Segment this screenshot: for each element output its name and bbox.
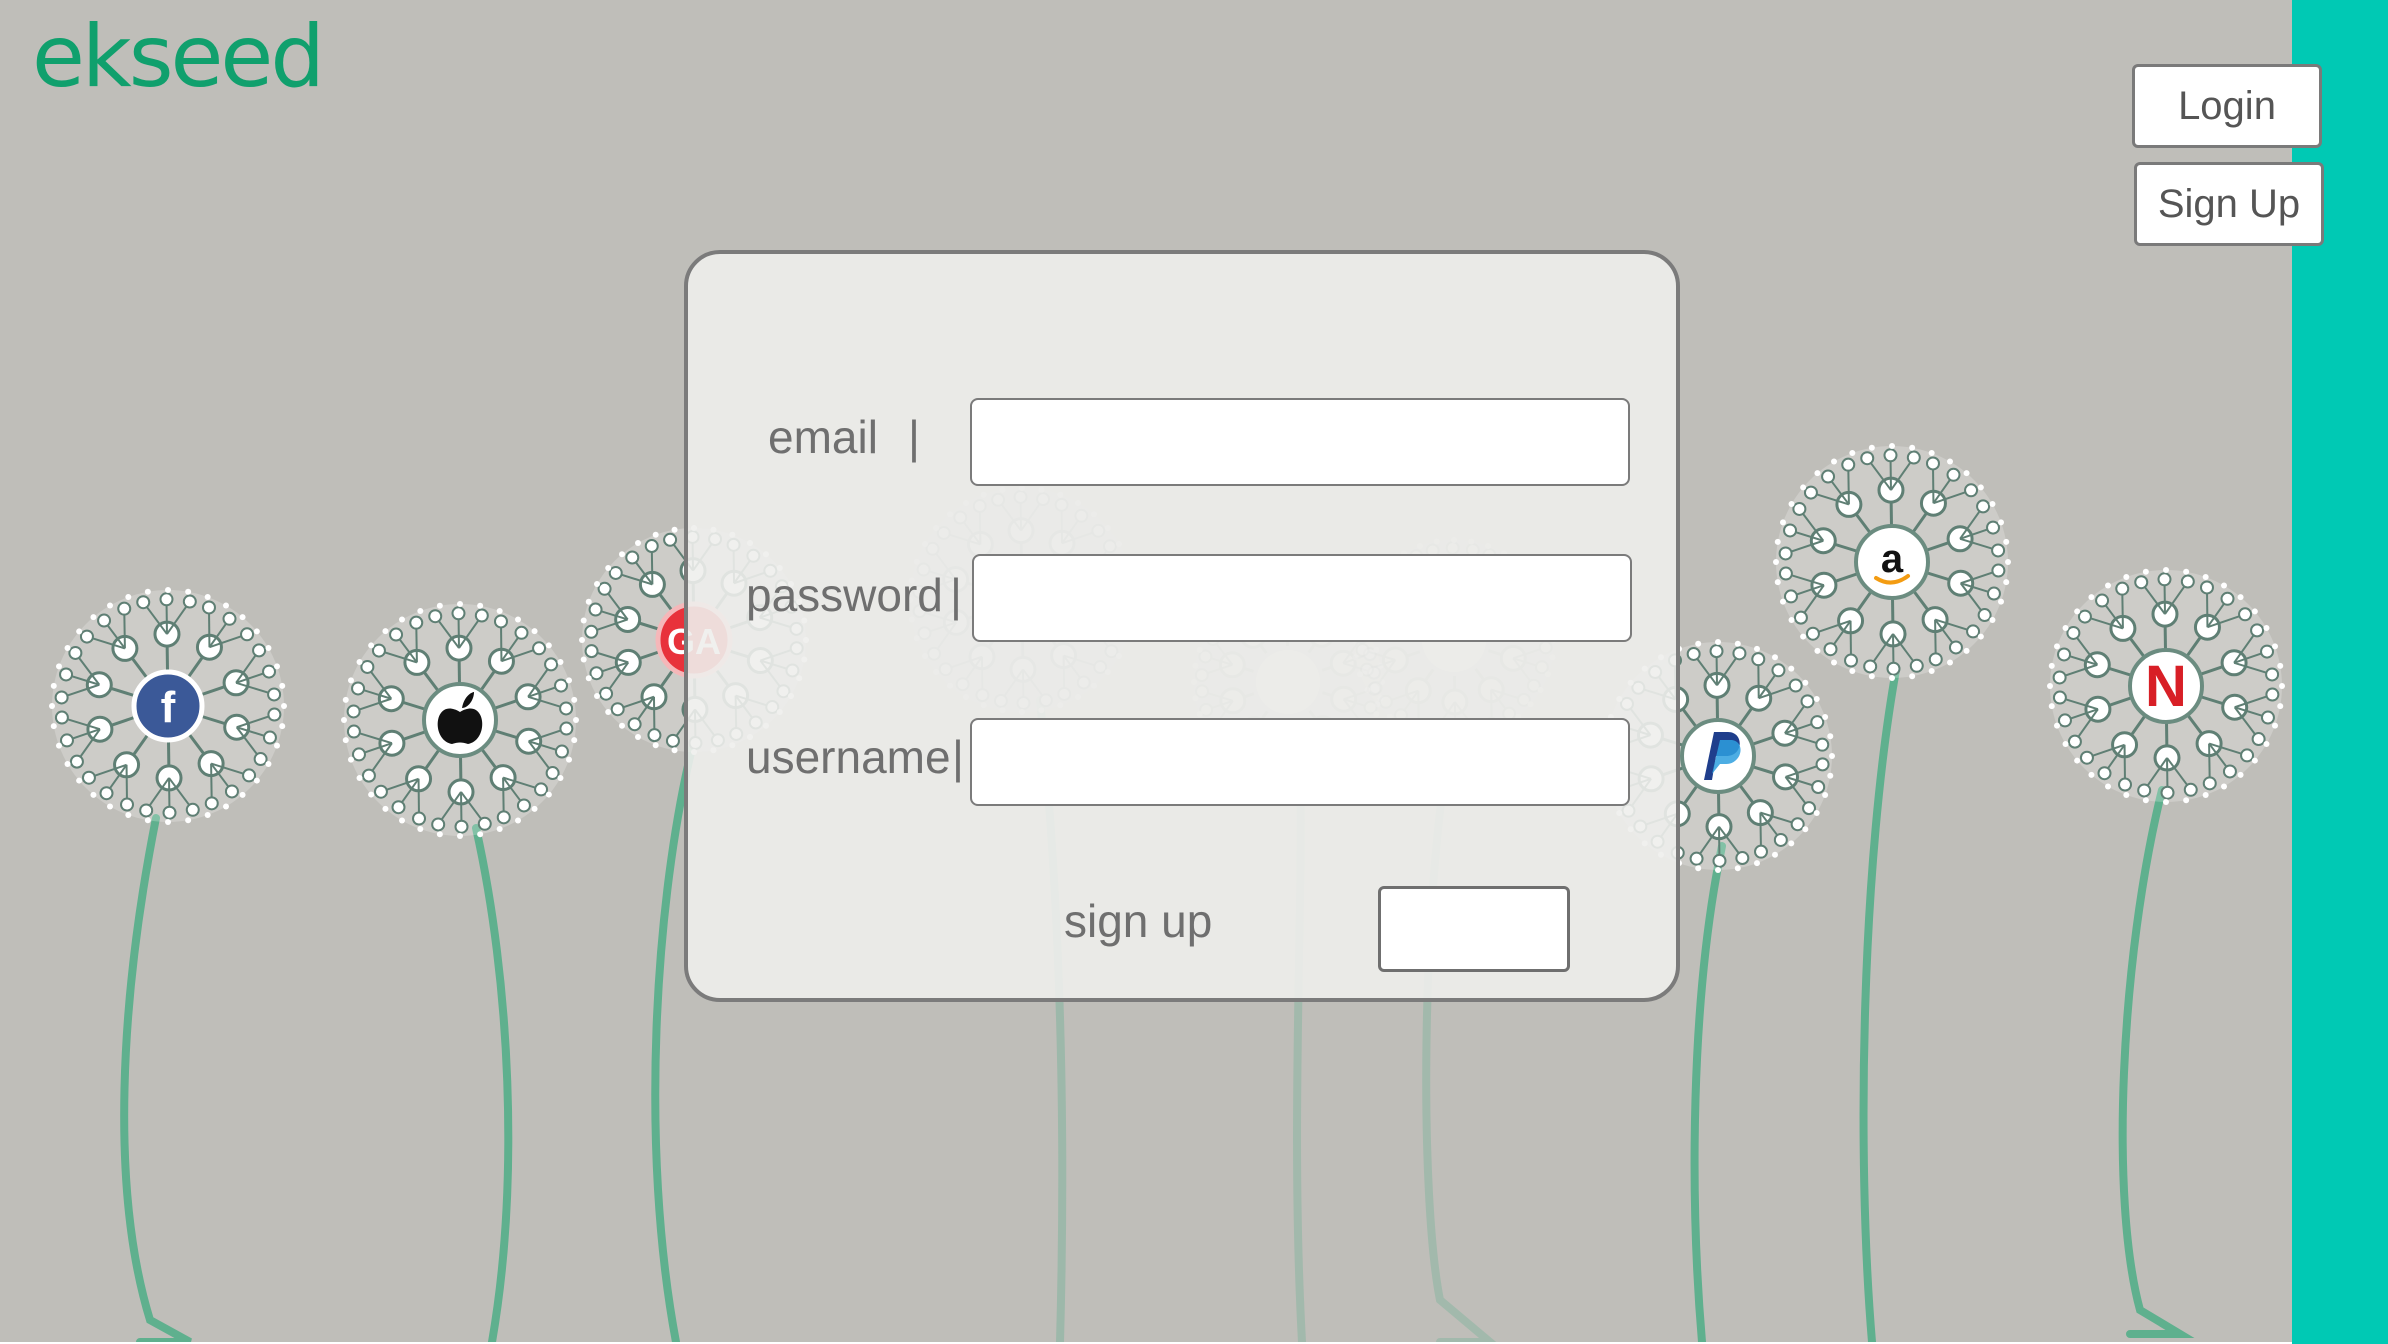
signup-submit-label: sign up [1064,895,1213,947]
password-separator: | [950,569,962,621]
dandelion-netflix: N [2047,567,2285,1338]
signup-form-panel: email | password | username | sign up [684,250,1680,1002]
apple-icon [422,682,498,758]
svg-text:a: a [1881,537,1904,581]
username-label: username [746,731,951,783]
dandelion-apple [341,601,579,1342]
paypal-icon [1680,718,1756,794]
username-separator: | [952,731,964,783]
signup-button[interactable]: Sign Up [2134,162,2324,246]
email-field[interactable] [970,398,1630,486]
amazon-icon: a [1854,524,1930,600]
email-separator: | [908,411,920,463]
netflix-icon: N [2128,648,2204,724]
dandelion-amazon: a [1773,443,2011,1342]
svg-text:N: N [2145,654,2187,719]
dandelion-facebook: f [49,587,287,1342]
brand-logo[interactable]: ekseed [32,6,325,109]
svg-text:f: f [161,683,176,732]
signup-submit-button[interactable] [1378,886,1570,972]
username-field[interactable] [970,718,1630,806]
email-label: email [768,411,878,463]
password-label: password [746,569,943,621]
login-button[interactable]: Login [2132,64,2322,148]
password-field[interactable] [972,554,1632,642]
facebook-icon: f [131,669,205,743]
